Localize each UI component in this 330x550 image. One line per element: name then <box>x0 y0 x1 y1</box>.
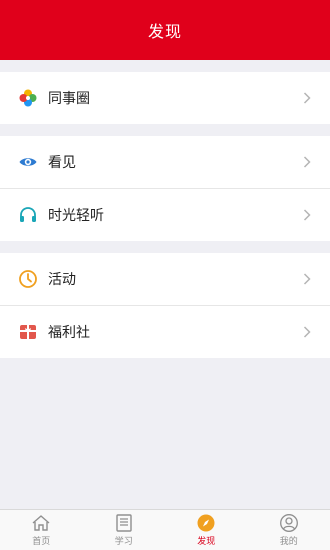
book-icon <box>114 514 134 532</box>
chevron-right-icon <box>302 156 312 168</box>
chevron-right-icon <box>302 92 312 104</box>
discover-icon <box>196 514 216 532</box>
chevron-right-icon <box>302 326 312 338</box>
menu-item-label: 同事圈 <box>48 91 90 107</box>
menu-item-label: 活动 <box>48 272 76 288</box>
tab-label: 学习 <box>114 537 133 547</box>
menu-item-time-listen[interactable]: 时光轻听 <box>0 188 330 241</box>
menu-item-colleague-circle[interactable]: 同事圈 <box>0 72 330 124</box>
pinwheel-icon <box>18 88 38 108</box>
home-icon <box>31 514 51 532</box>
tab-study[interactable]: 学习 <box>83 510 166 550</box>
page-header: 发现 <box>0 0 330 60</box>
clock-icon <box>18 269 38 289</box>
tab-label: 发现 <box>197 537 216 547</box>
tab-discover[interactable]: 发现 <box>165 510 248 550</box>
eye-icon <box>18 152 38 172</box>
tab-label: 我的 <box>279 537 298 547</box>
bottom-tab-bar: 首页 学习 发现 我的 <box>0 509 330 550</box>
group-social: 同事圈 <box>0 72 330 124</box>
tab-home[interactable]: 首页 <box>0 510 83 550</box>
gift-icon <box>18 322 38 342</box>
menu-item-welfare[interactable]: 福利社 <box>0 305 330 358</box>
menu-item-see[interactable]: 看见 <box>0 136 330 188</box>
menu-item-activity[interactable]: 活动 <box>0 253 330 305</box>
group-activities: 活动 福利社 <box>0 253 330 358</box>
menu-item-label: 看见 <box>48 155 76 171</box>
menu-item-label: 时光轻听 <box>48 208 104 224</box>
page-title: 发现 <box>147 22 182 41</box>
user-icon <box>279 514 299 532</box>
headphones-icon <box>18 205 38 225</box>
chevron-right-icon <box>302 209 312 221</box>
group-media: 看见 时光轻听 <box>0 136 330 241</box>
menu-item-label: 福利社 <box>48 325 90 341</box>
tab-label: 首页 <box>32 537 51 547</box>
tab-me[interactable]: 我的 <box>248 510 330 550</box>
chevron-right-icon <box>302 273 312 285</box>
